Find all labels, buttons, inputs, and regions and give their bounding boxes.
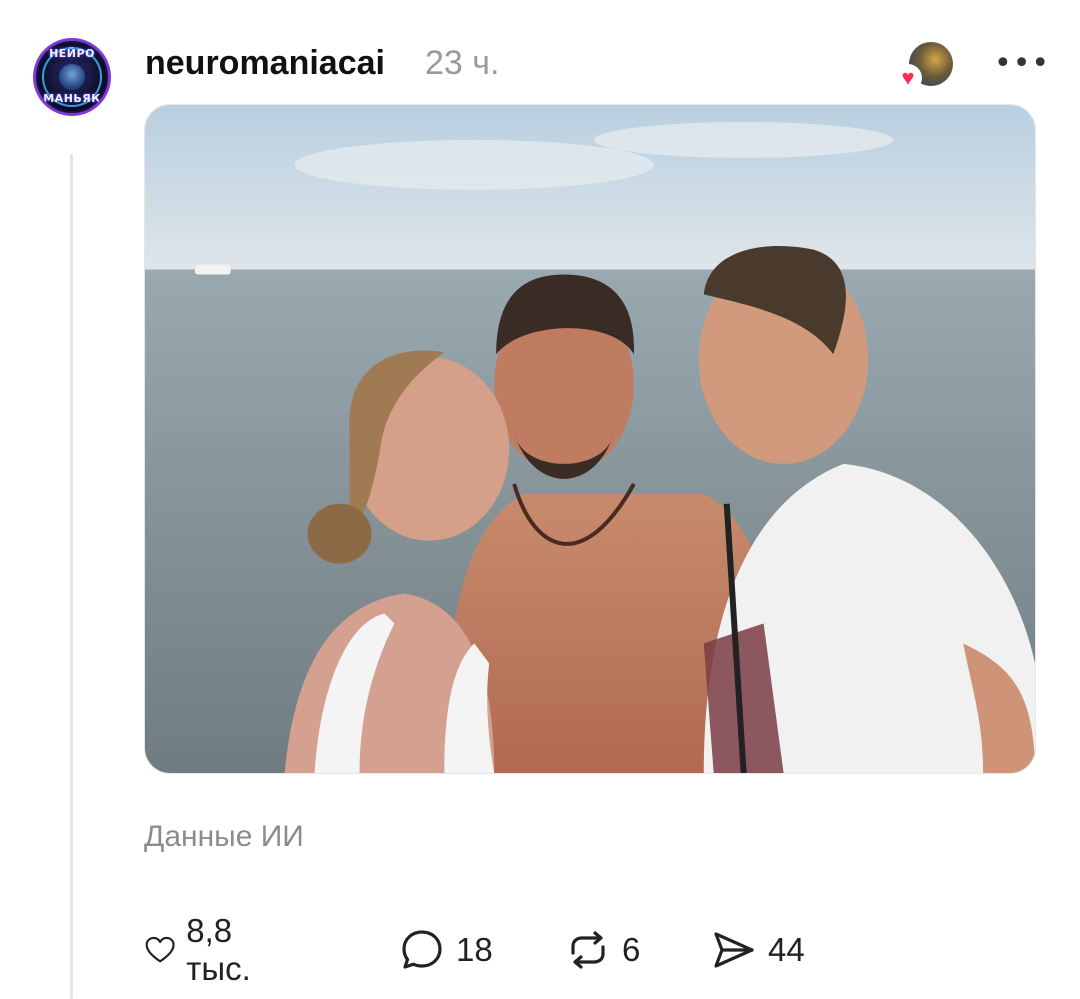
avatar-logo-text-bottom: МАНЬЯК (43, 92, 101, 105)
post-time: 23 ч. (425, 44, 500, 82)
beach-photo-illustration (145, 105, 1035, 773)
avatar-logo-figure (59, 64, 85, 90)
avatar-logo-text-top: НЕЙРО (49, 47, 95, 60)
heart-icon (145, 936, 175, 963)
post-image[interactable] (144, 104, 1036, 774)
author-avatar[interactable]: НЕЙРО МАНЬЯК (33, 38, 111, 116)
author-username[interactable]: neuromaniacai (145, 44, 385, 83)
red-heart-icon: ♥ (894, 64, 922, 92)
paper-plane-icon (714, 932, 754, 968)
post-card: НЕЙРО МАНЬЯК neuromaniacai 23 ч. ♥ ••• Д… (0, 0, 1080, 999)
share-count: 44 (768, 931, 805, 968)
like-button[interactable]: 8,8 тыс. (144, 912, 267, 987)
thread-line (70, 154, 73, 999)
repost-arrows-icon (571, 931, 605, 969)
more-options-button[interactable]: ••• (994, 46, 1050, 81)
repost-count: 6 (622, 931, 641, 968)
share-button[interactable]: 44 (710, 922, 805, 978)
reply-button[interactable]: 18 (398, 922, 493, 978)
repost-button[interactable]: 6 (564, 922, 640, 978)
post-caption: Данные ИИ (144, 820, 304, 853)
reply-count: 18 (456, 931, 493, 968)
like-count: 8,8 тыс. (186, 912, 251, 987)
speech-bubble-icon (402, 930, 442, 969)
